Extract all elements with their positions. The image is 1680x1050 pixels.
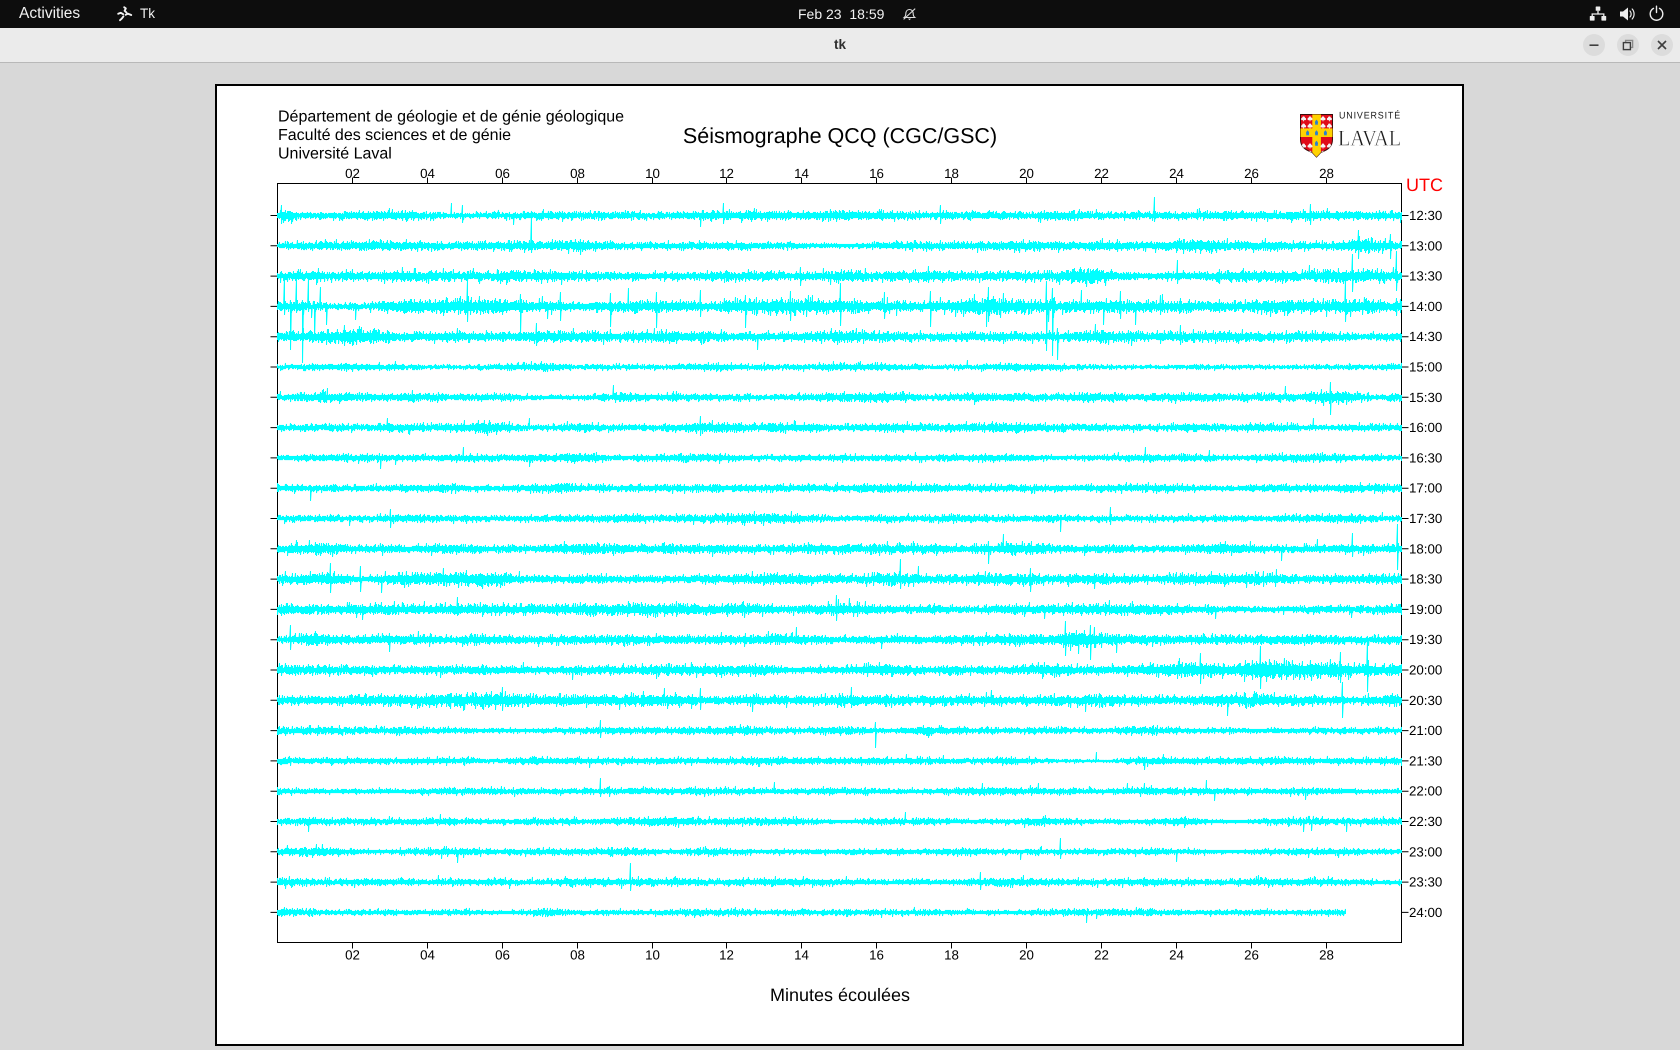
svg-text:LAVAL: LAVAL xyxy=(1338,126,1401,151)
svg-text:28: 28 xyxy=(1319,166,1334,181)
svg-text:08: 08 xyxy=(570,166,585,181)
svg-text:15:30: 15:30 xyxy=(1409,390,1442,405)
svg-text:16:00: 16:00 xyxy=(1409,420,1442,435)
svg-text:15:00: 15:00 xyxy=(1409,360,1442,375)
svg-text:12:30: 12:30 xyxy=(1409,208,1442,223)
svg-text:14:00: 14:00 xyxy=(1409,299,1442,314)
svg-text:19:00: 19:00 xyxy=(1409,602,1442,617)
svg-text:23:00: 23:00 xyxy=(1409,844,1442,859)
svg-text:10: 10 xyxy=(645,166,660,181)
svg-text:22:30: 22:30 xyxy=(1409,814,1442,829)
svg-text:13:30: 13:30 xyxy=(1409,269,1442,284)
svg-text:14:30: 14:30 xyxy=(1409,329,1442,344)
svg-text:12: 12 xyxy=(719,166,734,181)
svg-text:13:00: 13:00 xyxy=(1409,238,1442,253)
svg-text:UNIVERSITÉ: UNIVERSITÉ xyxy=(1339,110,1401,122)
svg-text:10: 10 xyxy=(645,948,660,963)
svg-text:Département de géologie et de: Département de géologie et de génie géol… xyxy=(278,109,624,126)
svg-text:20:00: 20:00 xyxy=(1409,663,1442,678)
svg-text:22: 22 xyxy=(1094,948,1109,963)
svg-text:28: 28 xyxy=(1319,948,1334,963)
svg-text:23:30: 23:30 xyxy=(1409,875,1442,890)
svg-text:22:00: 22:00 xyxy=(1409,784,1442,799)
svg-text:14: 14 xyxy=(794,166,809,181)
svg-text:Faculté des sciences et de gén: Faculté des sciences et de génie xyxy=(278,127,511,144)
svg-text:16:30: 16:30 xyxy=(1409,450,1442,465)
svg-text:UTC: UTC xyxy=(1406,175,1443,195)
svg-text:24: 24 xyxy=(1169,948,1184,963)
svg-text:12: 12 xyxy=(719,948,734,963)
svg-text:08: 08 xyxy=(570,948,585,963)
svg-text:26: 26 xyxy=(1244,166,1259,181)
svg-text:04: 04 xyxy=(420,948,435,963)
svg-text:Université Laval: Université Laval xyxy=(278,146,392,163)
svg-text:Minutes écoulées: Minutes écoulées xyxy=(770,985,910,1005)
svg-text:20: 20 xyxy=(1019,948,1034,963)
svg-text:19:30: 19:30 xyxy=(1409,632,1442,647)
svg-text:04: 04 xyxy=(420,166,435,181)
svg-text:24: 24 xyxy=(1169,166,1184,181)
svg-text:18:00: 18:00 xyxy=(1409,541,1442,556)
svg-text:22: 22 xyxy=(1094,166,1109,181)
svg-text:20: 20 xyxy=(1019,166,1034,181)
svg-text:21:00: 21:00 xyxy=(1409,723,1442,738)
svg-text:06: 06 xyxy=(495,166,510,181)
svg-text:16: 16 xyxy=(869,948,884,963)
svg-text:26: 26 xyxy=(1244,948,1259,963)
svg-text:24:00: 24:00 xyxy=(1409,905,1442,920)
svg-text:02: 02 xyxy=(345,166,360,181)
svg-text:16: 16 xyxy=(869,166,884,181)
svg-text:17:30: 17:30 xyxy=(1409,511,1442,526)
svg-text:17:00: 17:00 xyxy=(1409,481,1442,496)
svg-text:14: 14 xyxy=(794,948,809,963)
svg-text:18: 18 xyxy=(944,948,959,963)
svg-text:18:30: 18:30 xyxy=(1409,572,1442,587)
svg-text:21:30: 21:30 xyxy=(1409,753,1442,768)
svg-text:20:30: 20:30 xyxy=(1409,693,1442,708)
svg-text:02: 02 xyxy=(345,948,360,963)
svg-text:18: 18 xyxy=(944,166,959,181)
svg-text:Séismographe QCQ (CGC/GSC): Séismographe QCQ (CGC/GSC) xyxy=(683,124,997,148)
svg-text:06: 06 xyxy=(495,948,510,963)
